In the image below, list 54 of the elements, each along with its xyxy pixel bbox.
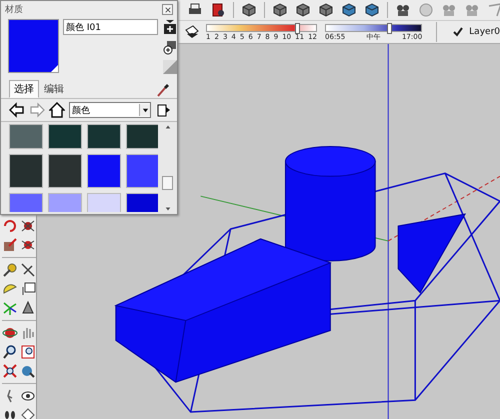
slider-thumb[interactable] (386, 22, 392, 34)
panel-tab[interactable]: 选择 (9, 80, 39, 98)
slider-thumb[interactable] (295, 22, 300, 34)
back-arrow-icon[interactable] (9, 102, 25, 118)
material-swatch[interactable] (9, 193, 43, 212)
camera-icon[interactable] (395, 2, 411, 18)
corner-icon (51, 65, 58, 72)
scrollbar-thumb[interactable] (162, 176, 173, 190)
material-swatch[interactable] (87, 193, 121, 212)
home-icon[interactable] (49, 102, 65, 118)
cube-icon[interactable] (241, 2, 257, 18)
material-swatch[interactable] (48, 154, 82, 188)
material-swatch[interactable] (126, 124, 158, 149)
push-pull-icon[interactable] (2, 237, 18, 253)
material-swatch[interactable] (48, 124, 82, 149)
previous-view-icon[interactable] (20, 363, 36, 379)
material-swatch[interactable] (9, 154, 43, 188)
library-dropdown[interactable]: 颜色 (69, 102, 151, 118)
scrollbar[interactable] (162, 124, 173, 212)
material-swatch[interactable] (87, 124, 121, 149)
panel-title: 材质 (5, 4, 23, 16)
close-icon[interactable] (164, 6, 170, 12)
zoom-window-icon[interactable] (20, 344, 36, 360)
material-swatch[interactable] (87, 154, 121, 188)
cube-icon[interactable] (295, 2, 311, 18)
search-icon[interactable] (2, 344, 18, 360)
caret-icon[interactable] (142, 106, 148, 114)
eyedropper-icon[interactable] (155, 82, 171, 98)
shadow-icon[interactable] (184, 24, 200, 40)
create-material-icon[interactable] (162, 19, 178, 35)
tape-measure-icon[interactable] (2, 262, 18, 278)
cube-icon[interactable] (341, 2, 357, 18)
scroll-down-icon[interactable] (164, 206, 170, 212)
time-slider[interactable] (325, 24, 422, 32)
cube-icon[interactable] (272, 2, 288, 18)
checkmark-icon[interactable] (453, 27, 464, 37)
cube-icon[interactable] (318, 2, 334, 18)
details-arrow-icon[interactable] (155, 102, 171, 118)
zoom-extents-icon[interactable] (2, 363, 18, 379)
cube-icon[interactable] (364, 2, 380, 18)
material-swatch[interactable] (126, 193, 158, 212)
material-swatch[interactable] (126, 154, 158, 188)
layer-name: Layer0 (469, 27, 500, 37)
material-swatch[interactable] (48, 193, 82, 212)
material-name-field[interactable]: 颜色 I01 (63, 19, 158, 35)
scroll-up-icon[interactable] (164, 124, 170, 130)
axes-icon[interactable] (2, 300, 18, 316)
material-swatch[interactable] (9, 124, 43, 149)
section-plane-icon[interactable] (20, 407, 36, 419)
rotate-icon[interactable] (2, 218, 18, 234)
orbit-icon[interactable] (2, 325, 18, 341)
panel-tab[interactable]: 编辑 (39, 80, 69, 98)
month-slider[interactable] (206, 24, 318, 32)
close-button[interactable] (162, 4, 173, 15)
